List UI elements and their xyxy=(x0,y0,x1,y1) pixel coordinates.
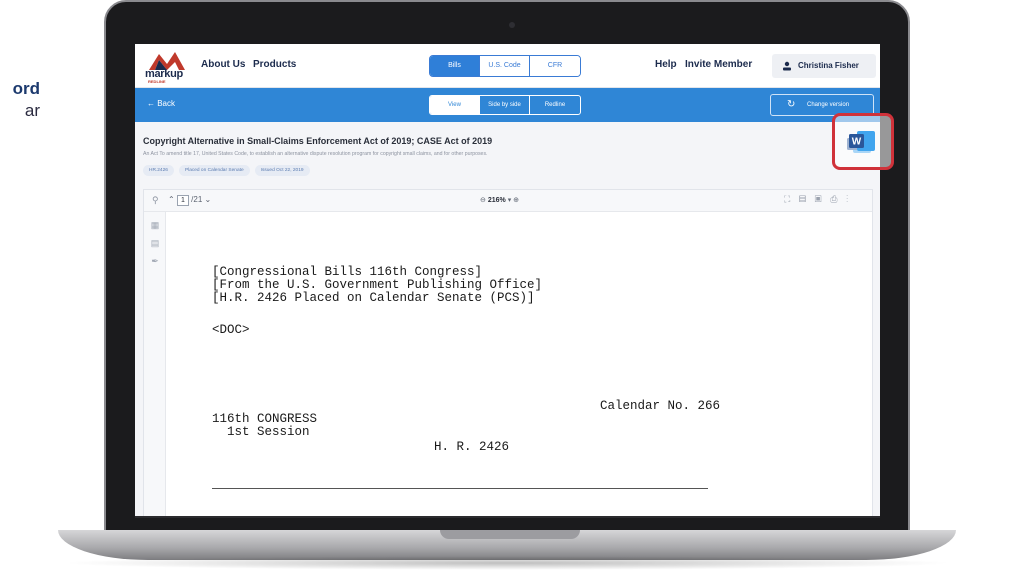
svg-text:W: W xyxy=(852,137,862,148)
doc-line-3: [H.R. 2426 Placed on Calendar Senate (PC… xyxy=(212,291,535,305)
search-icon[interactable]: ⚲ xyxy=(152,195,159,206)
laptop-base-notch xyxy=(440,530,580,539)
zoom-out-icon[interactable]: ⊖ xyxy=(480,197,486,204)
nav-about-us[interactable]: About Us xyxy=(201,59,245,70)
document-action-bar: ← Back View Side by side Redline ↻ Chang… xyxy=(135,88,880,122)
fullscreen-icon[interactable]: ⛶ xyxy=(784,194,793,204)
app-screen: markup REDLINE About Us Products Bills U… xyxy=(135,44,880,518)
bill-number-line: H. R. 2426 xyxy=(434,440,510,454)
thumbnails-icon[interactable]: ▦ xyxy=(150,220,160,230)
user-name: Christina Fisher xyxy=(798,61,859,70)
page-navigator: ⌃ 1 /21 ⌄ xyxy=(168,195,211,206)
open-file-icon[interactable]: ▤ xyxy=(799,194,809,204)
tag-issued-date[interactable]: Issued Oct 22, 2019 xyxy=(254,165,310,176)
side-caption-line-3: ar xyxy=(24,101,40,120)
user-menu[interactable]: Christina Fisher xyxy=(772,54,876,78)
document-type-tabs: Bills U.S. Code CFR xyxy=(429,55,581,77)
bill-description: An Act To amend title 17, United States … xyxy=(143,151,488,157)
laptop-shadow xyxy=(60,556,954,570)
screen-bottom-edge xyxy=(135,516,880,518)
back-button[interactable]: ← Back xyxy=(147,99,175,108)
tag-bill-number[interactable]: HR.2426 xyxy=(143,165,174,176)
bill-tags: HR.2426 Placed on Calendar Senate Issued… xyxy=(143,165,310,176)
tab-redline[interactable]: Redline xyxy=(530,96,580,114)
mountain-logo-icon xyxy=(149,52,185,70)
refresh-icon: ↻ xyxy=(787,99,796,110)
view-mode-tabs: View Side by side Redline xyxy=(429,95,581,115)
calendar-number: Calendar No. 266 xyxy=(600,399,721,413)
document-rule xyxy=(212,488,708,489)
word-icon[interactable]: W xyxy=(849,130,875,152)
pdf-viewer: ⚲ ⌃ 1 /21 ⌄ ⊖ 216% ▾ ⊕ ⛶ ▤ ▣ ⎙ ⋮ ▦ ▤ ✒ [… xyxy=(143,189,873,518)
outline-icon[interactable]: ▤ xyxy=(150,238,160,248)
word-export-highlight: W xyxy=(832,113,894,170)
change-version-label: Change version xyxy=(807,102,850,108)
tab-bills[interactable]: Bills xyxy=(430,56,480,76)
logo-subtext: REDLINE xyxy=(148,79,166,84)
camera xyxy=(509,22,515,28)
nav-products[interactable]: Products xyxy=(253,59,296,70)
viewer-actions: ⛶ ▤ ▣ ⎙ ⋮ xyxy=(784,194,851,205)
side-caption: ord ar xyxy=(0,78,40,122)
viewer-sidebar: ▦ ▤ ✒ xyxy=(144,212,166,518)
markup-logo[interactable]: markup REDLINE xyxy=(145,50,191,84)
user-icon xyxy=(783,61,791,71)
document-page: [Congressional Bills 116th Congress] [Fr… xyxy=(184,230,864,518)
session-line: 1st Session xyxy=(212,425,310,439)
zoom-level[interactable]: 216% xyxy=(488,197,506,204)
save-icon[interactable]: ▣ xyxy=(815,194,825,204)
tag-status[interactable]: Placed on Calendar Senate xyxy=(178,165,250,176)
more-options-icon[interactable]: ⋮ xyxy=(846,194,851,204)
top-navigation: markup REDLINE About Us Products Bills U… xyxy=(135,44,880,88)
zoom-dropdown-icon[interactable]: ▾ xyxy=(508,197,512,204)
tab-side-by-side[interactable]: Side by side xyxy=(480,96,530,114)
page-up-icon[interactable]: ⌃ xyxy=(168,195,175,204)
bill-title: Copyright Alternative in Small-Claims En… xyxy=(143,136,493,146)
zoom-in-icon[interactable]: ⊕ xyxy=(513,197,519,204)
tab-cfr[interactable]: CFR xyxy=(530,56,580,76)
tab-view[interactable]: View xyxy=(430,96,480,114)
page-down-icon[interactable]: ⌄ xyxy=(205,195,212,204)
viewer-toolbar: ⚲ ⌃ 1 /21 ⌄ ⊖ 216% ▾ ⊕ ⛶ ▤ ▣ ⎙ ⋮ xyxy=(144,190,872,212)
doc-line-4: <DOC> xyxy=(212,323,250,337)
attachment-icon[interactable]: ✒ xyxy=(150,256,160,266)
page-total: /21 xyxy=(191,195,203,204)
nav-help[interactable]: Help xyxy=(655,59,677,70)
invite-member-link[interactable]: Invite Member xyxy=(685,59,752,70)
page-number-input[interactable]: 1 xyxy=(176,195,189,206)
side-caption-line-2: ord xyxy=(12,79,40,98)
print-icon[interactable]: ⎙ xyxy=(830,194,840,204)
zoom-control: ⊖ 216% ▾ ⊕ xyxy=(480,196,519,204)
tab-us-code[interactable]: U.S. Code xyxy=(480,56,530,76)
